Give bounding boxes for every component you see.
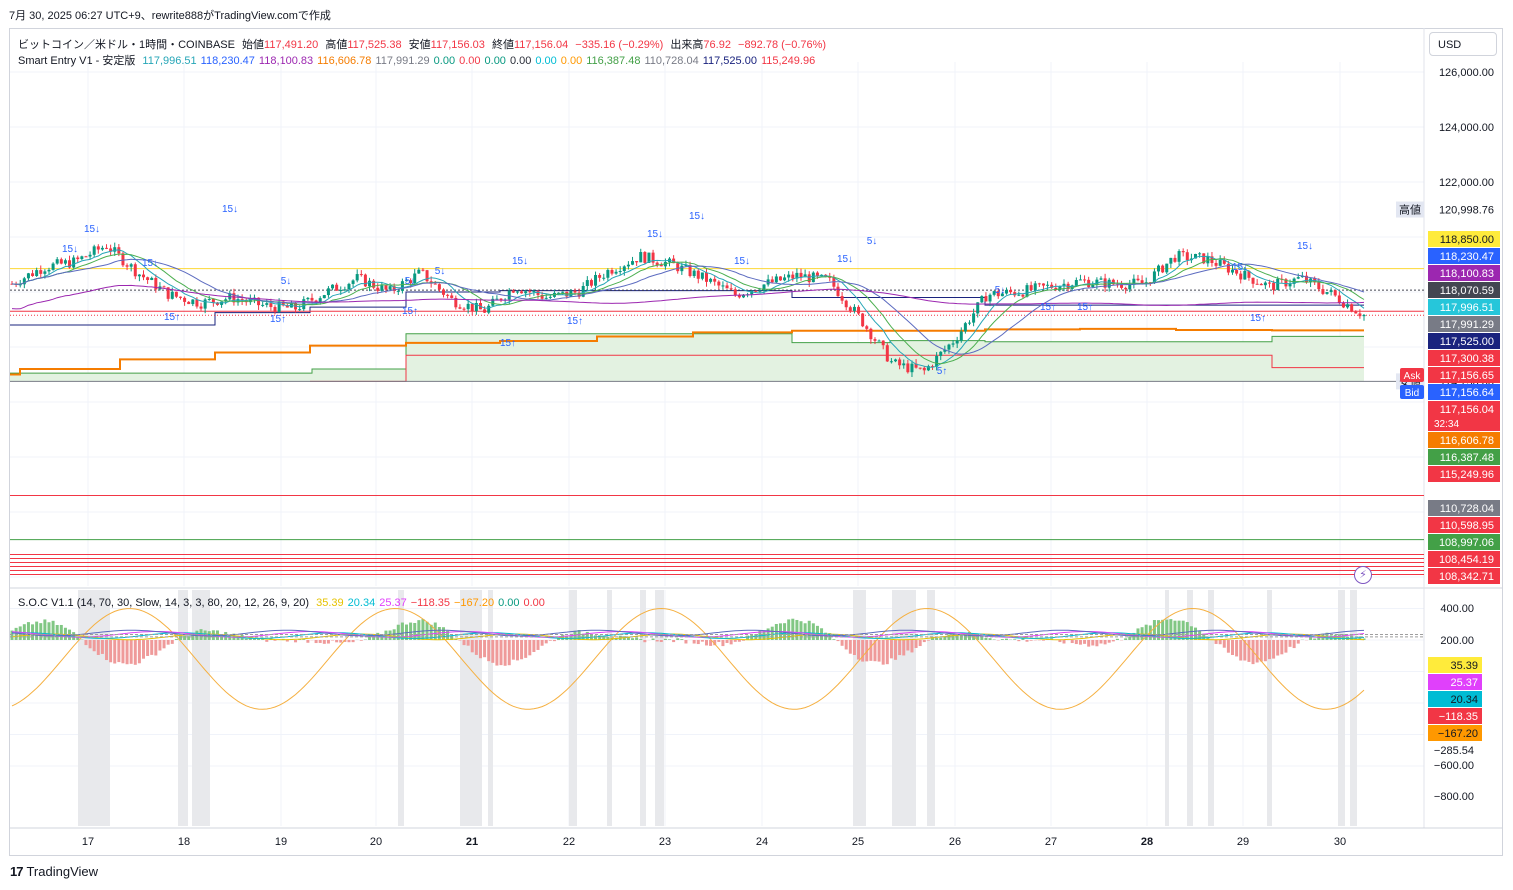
volume-change: −892.78 (−0.76%) (738, 39, 827, 51)
indicator-value-0: 117,996.51 (142, 55, 197, 67)
indicator-value-6: 0.00 (459, 55, 481, 67)
indicator-value-1: 118,230.47 (200, 55, 255, 67)
indicator-name[interactable]: Smart Entry V1 - 安定版 (18, 55, 135, 67)
high-value: 117,525.38 (347, 39, 402, 51)
chart-frame (9, 28, 1503, 856)
indicator-value-11: 116,387.48 (586, 55, 641, 67)
tv-logo-icon: 17 (10, 864, 24, 879)
indicator-value-8: 0.00 (509, 55, 532, 67)
indicator-value-10: 0.00 (560, 55, 583, 67)
indicator-value-2: 118,100.83 (258, 55, 314, 67)
oscillator-value-2: 25.37 (379, 597, 407, 609)
oscillator-value-3: −118.35 (410, 597, 450, 609)
symbol-name[interactable]: ビットコイン／米ドル・1時間・COINBASE (18, 39, 235, 51)
oscillator-legend: S.O.C V1.1 (14, 70, 30, Slow, 14, 3, 3, … (18, 597, 553, 609)
indicator-value-3: 116,606.78 (317, 55, 372, 67)
indicator-value-4: 117,991.29 (375, 55, 430, 67)
indicator-value-7: 0.00 (484, 55, 506, 67)
indicator-value-9: 0.00 (535, 55, 557, 67)
chart-caption: 7月 30, 2025 06:27 UTC+9、rewrite888がTradi… (9, 10, 331, 22)
low-label: 安値 (408, 39, 431, 51)
indicator-values: 117,996.51 118,230.47 118,100.83 116,606.78… (142, 55, 819, 67)
close-value: 117,156.04 (513, 39, 569, 51)
oscillator-values: 35.39 20.34 25.37 −118.35 −167.20 0.00 0.00 (316, 597, 549, 609)
oscillator-value-5: 0.00 (498, 597, 520, 609)
tradingview-logo: 17 TradingView (10, 864, 98, 879)
open-value: 117,491.20 (264, 39, 319, 51)
volume-value: 76.92 (703, 39, 731, 51)
change-value: −335.16 (−0.29%) (575, 39, 664, 51)
brand-label: TradingView (26, 864, 99, 879)
oscillator-value-6: 0.00 (523, 597, 545, 609)
oscillator-name[interactable]: S.O.C V1.1 (14, 70, 30, Slow, 14, 3, 3, … (18, 597, 309, 609)
indicator-value-5: 0.00 (433, 55, 456, 67)
oscillator-value-4: −167.20 (454, 597, 495, 609)
indicator-legend: Smart Entry V1 - 安定版 117,996.51 118,230.4… (18, 52, 823, 68)
indicator-value-13: 117,525.00 (702, 55, 757, 67)
symbol-legend: ビットコイン／米ドル・1時間・COINBASE 始値117,491.20 高値1… (18, 36, 830, 52)
currency-button[interactable]: USD (1429, 32, 1497, 56)
oscillator-value-1: 20.34 (347, 597, 376, 609)
indicator-value-14: 115,249.96 (760, 55, 816, 67)
flash-icon[interactable]: ⚡ (1354, 566, 1372, 584)
volume-label: 出来高 (670, 39, 704, 51)
close-label: 終値 (491, 39, 514, 51)
indicator-value-12: 110,728.04 (644, 55, 699, 67)
open-label: 始値 (242, 39, 265, 51)
high-label: 高値 (325, 39, 348, 51)
oscillator-value-0: 35.39 (316, 597, 344, 609)
low-value: 117,156.03 (430, 39, 485, 51)
